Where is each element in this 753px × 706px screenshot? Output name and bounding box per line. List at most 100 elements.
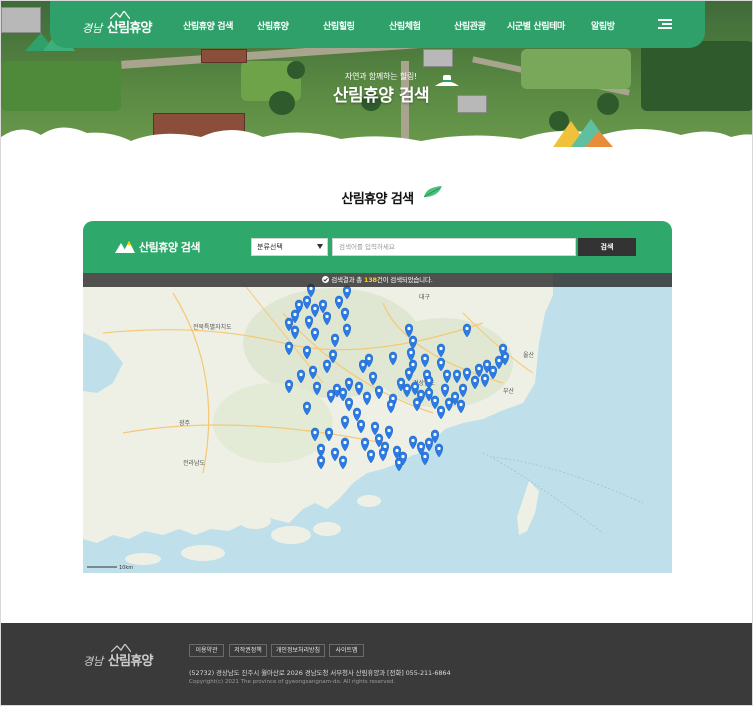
map-label-ulsan: 울산 [523,351,535,359]
search-panel: 대구 울산 부산 광주 전북특별자치도 전라남도 경상남도 10km 산림휴양 … [83,221,672,573]
nav-item-forest-search[interactable]: 산림휴양 검색 [183,19,233,32]
map-pin-dot [367,356,371,361]
nav-item-forest-tourism[interactable]: 산림관광 [454,19,486,32]
map-pin-dot [343,418,347,423]
map-pin-dot [465,326,469,331]
map-pin-dot [333,450,337,455]
map-pin-dot [473,378,477,383]
map-pin-dot [347,380,351,385]
map-pin-dot [445,372,449,377]
map-pin-dot [373,424,377,429]
footer-link-terms[interactable]: 이용약관 [189,644,224,657]
category-select[interactable]: 분류선택 [251,238,328,256]
map-pin-dot [433,398,437,403]
hero-cloud-border [1,127,752,151]
leaf-icon [423,186,442,198]
map-pin-dot [391,354,395,359]
forest-map[interactable]: 대구 울산 부산 광주 전북특별자치도 전라남도 경상남도 10km [83,273,672,573]
footer-address: (52732) 경상남도 진주시 월아산로 2026 경남도청 서부청사 산림휴… [189,669,451,677]
map-pin-dot [485,362,489,367]
map-pin-dot [391,396,395,401]
map-pin-dot [371,374,375,379]
map-label-daegu: 대구 [419,293,431,301]
map-pin-dot [325,362,329,367]
map-pin-dot [343,440,347,445]
nav-item-forest-healing[interactable]: 산림힐링 [323,19,355,32]
category-select-value: 분류선택 [257,243,283,251]
map-pin-dot [343,310,347,315]
site-logo[interactable]: 경남 산림휴양 [82,11,162,36]
nav-item-notice[interactable]: 알림방 [591,19,615,32]
map-pin-dot [345,288,349,293]
result-prefix: 검색결과 총 [331,276,364,284]
search-button[interactable]: 검색 [578,238,636,256]
search-result-bar: 검색결과 총 138건이 검색되었습니다. [83,273,672,287]
map-pin-dot [419,444,423,449]
map-pin-dot [313,330,317,335]
map-pin-dot [427,440,431,445]
map-pin-dot [407,370,411,375]
map-pin-dot [287,344,291,349]
map-pin-dot [399,380,403,385]
footer-link-sitemap[interactable]: 사이트맵 [329,644,364,657]
map-pin-dot [383,444,387,449]
hero-tree [269,91,295,115]
map-pin-dot [331,352,335,357]
map-pin-dot [427,390,431,395]
map-pin-dot [401,454,405,459]
map-pin-dot [407,326,411,331]
map-pin-dot [501,346,505,351]
hero-building [423,49,453,67]
site-footer: 경남 산림휴양 이용약관 저작권정책 개인정보처리방침 사이트맵 (52732)… [1,623,752,705]
map-pin-dot [395,448,399,453]
map-pin-dot [453,394,457,399]
map-pin-dot [397,460,401,465]
map-pin-dot [341,390,345,395]
chevron-down-icon [317,244,323,249]
map-pin-dot [497,358,501,363]
map-pin-dot [313,430,317,435]
footer-copyright: Copyright(c) 2021 The province of gyeong… [189,679,396,685]
nav-item-forest-experience[interactable]: 산림체험 [389,19,421,32]
footer-logo-name: 산림휴양 [108,654,153,669]
map-pin-dot [299,372,303,377]
map-pin-dot [361,362,365,367]
map-pin-dot [365,394,369,399]
map-pin-dot [443,386,447,391]
map-pin-dot [357,384,361,389]
footer-logo: 경남 산림휴양 [83,644,163,669]
map-scale-label: 10km [119,565,133,571]
map-pin-dot [433,432,437,437]
search-input[interactable]: 검색어를 입력하세요 [332,238,576,256]
map-pin-dot [387,428,391,433]
map-pin-dot [355,410,359,415]
map-pin-dot [307,318,311,323]
nav-item-city-themes[interactable]: 시군별 산림테마 [507,19,565,32]
footer-link-privacy[interactable]: 개인정보처리방침 [271,644,325,657]
logo-region: 경남 [82,22,103,35]
map-pin-dot [447,400,451,405]
map-pin-dot [321,302,325,307]
map-pin-dot [347,400,351,405]
map-pin-dot [459,402,463,407]
map-pin-dot [287,320,291,325]
map-pin-dot [425,372,429,377]
hero-field [1,61,121,111]
map-pin-dot [363,440,367,445]
map-pin-dot [309,286,313,291]
menu-hamburger-icon[interactable] [658,19,672,29]
map-pin-dot [329,392,333,397]
check-circle-icon [322,276,330,283]
nav-item-forest-recreation[interactable]: 산림휴양 [257,19,289,32]
map-pin-dot [455,372,459,377]
logo-name: 산림휴양 [107,21,152,36]
map-pin-dot [325,314,329,319]
hero-cabin [201,49,247,63]
map-pin-dot [439,346,443,351]
map-pin-dot [419,392,423,397]
footer-logo-region: 경남 [83,655,104,668]
map-pin-dot [409,350,413,355]
hero-field [641,41,752,111]
section-title: 산림휴양 검색 [341,192,414,207]
footer-link-copyright[interactable]: 저작권정책 [229,644,267,657]
